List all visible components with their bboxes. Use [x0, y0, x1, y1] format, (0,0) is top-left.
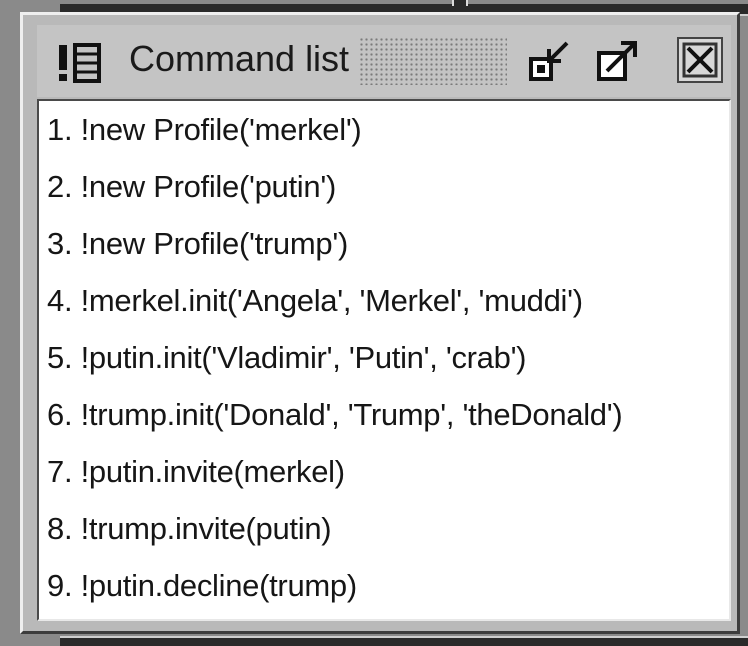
minimize-button[interactable]	[527, 37, 575, 83]
close-icon	[682, 42, 718, 78]
command-list-icon	[57, 43, 103, 83]
command-item[interactable]: 9. !putin.decline(trump)	[47, 557, 622, 614]
command-list-panel[interactable]: 1. !new Profile('merkel') 2. !new Profil…	[37, 99, 731, 621]
minimize-icon	[529, 41, 569, 81]
command-number: 9.	[47, 568, 73, 603]
outer-frame-notch	[452, 0, 468, 6]
command-item[interactable]: 7. !putin.invite(merkel)	[47, 443, 622, 500]
command-text: !putin.invite(merkel)	[80, 454, 345, 489]
command-number: 1.	[47, 112, 73, 147]
command-text: !trump.init('Donald', 'Trump', 'theDonal…	[80, 397, 623, 432]
window-title: Command list	[129, 38, 350, 79]
command-item[interactable]: 3. !new Profile('trump')	[47, 215, 622, 272]
maximize-icon	[597, 41, 637, 81]
command-number: 4.	[47, 283, 73, 318]
command-number: 3.	[47, 226, 73, 261]
command-list-window: Command list 1. !new Profile('merkel') 2…	[20, 12, 740, 634]
command-list: 1. !new Profile('merkel') 2. !new Profil…	[47, 101, 623, 614]
close-button[interactable]	[677, 37, 723, 83]
maximize-button[interactable]	[595, 37, 643, 83]
command-item[interactable]: 6. !trump.init('Donald', 'Trump', 'theDo…	[47, 386, 623, 443]
command-item[interactable]: 1. !new Profile('merkel')	[47, 101, 622, 158]
command-number: 2.	[47, 169, 73, 204]
command-text: !putin.decline(trump)	[80, 568, 358, 603]
command-text: !putin.init('Vladimir', 'Putin', 'crab')	[80, 340, 527, 375]
command-text: !merkel.init('Angela', 'Merkel', 'muddi'…	[80, 283, 583, 318]
command-text: !trump.invite(putin)	[80, 511, 332, 546]
command-number: 7.	[47, 454, 73, 489]
command-number: 5.	[47, 340, 73, 375]
command-item[interactable]: 8. !trump.invite(putin)	[47, 500, 622, 557]
command-item[interactable]: 2. !new Profile('putin')	[47, 158, 622, 215]
command-text: !new Profile('merkel')	[80, 112, 362, 147]
command-item[interactable]: 5. !putin.init('Vladimir', 'Putin', 'cra…	[47, 329, 622, 386]
title-drag-grip[interactable]	[359, 37, 507, 85]
command-number: 6.	[47, 397, 73, 432]
outer-frame-bottom	[60, 636, 748, 646]
command-text: !new Profile('trump')	[80, 226, 349, 261]
command-number: 8.	[47, 511, 73, 546]
command-text: !new Profile('putin')	[80, 169, 337, 204]
title-bar[interactable]: Command list	[37, 25, 731, 97]
command-item[interactable]: 4. !merkel.init('Angela', 'Merkel', 'mud…	[47, 272, 622, 329]
